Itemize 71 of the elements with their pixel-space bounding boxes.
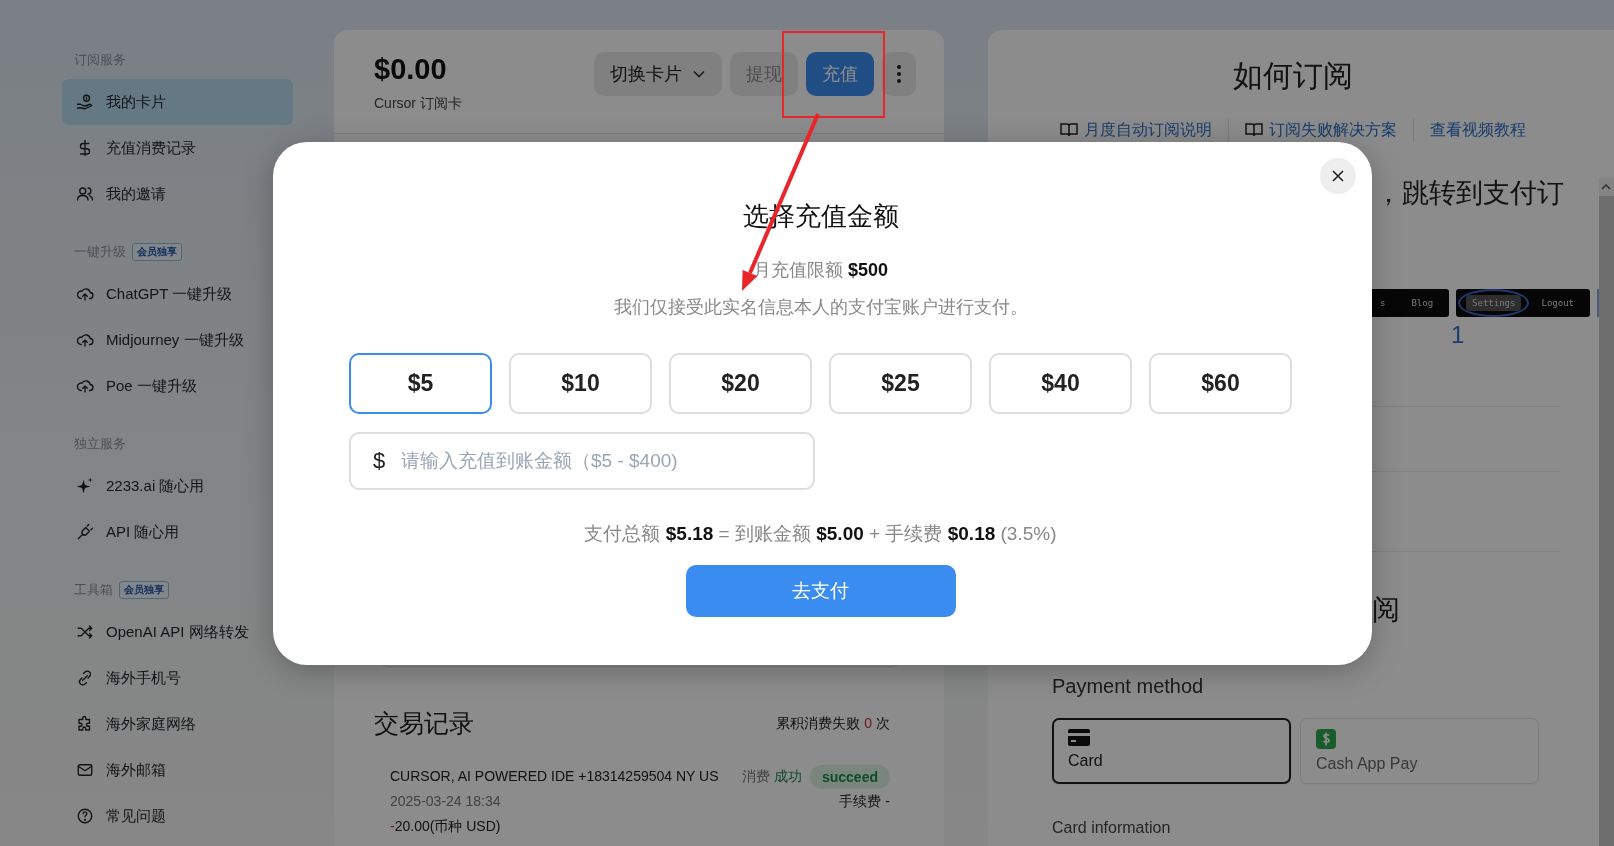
panel-title: 如何订阅 (1232, 58, 1355, 94)
card-information-label: Card information (1052, 819, 1172, 837)
link-icon (76, 669, 94, 687)
sidebar-item[interactable]: Midjourney 一键升级 (62, 317, 293, 363)
member-badge: 会员独享 (119, 581, 169, 599)
close-icon (1331, 169, 1345, 183)
sidebar-item[interactable]: OpenAI API 网络转发 (62, 609, 293, 655)
card-balance: $0.00 (374, 52, 448, 86)
sidebar-item[interactable]: 常见问题 (62, 793, 293, 839)
amount-option[interactable]: $25 (829, 353, 972, 414)
currency-symbol: $ (373, 448, 386, 474)
payment-option[interactable]: Card (1052, 718, 1291, 784)
failed-count-text: 累积消费失败 0 次 (776, 714, 890, 733)
scrollbar[interactable] (1599, 178, 1614, 846)
sidebar-item[interactable]: Poe 一键升级 (62, 363, 293, 409)
help-link[interactable]: 订阅失败解决方案 (1229, 119, 1414, 141)
amount-option[interactable]: $10 (509, 353, 652, 414)
step-text: ，跳转到支付订 (1375, 177, 1565, 210)
section-title: 阅 (1372, 593, 1401, 627)
sidebar-item[interactable]: API 随心用 (62, 509, 293, 555)
payment-method-label: Payment method (1052, 674, 1205, 699)
sidebar-item[interactable]: 海外手机号 (62, 655, 293, 701)
transaction-status: 消费 成功 (742, 767, 802, 786)
amount-option[interactable]: $40 (989, 353, 1132, 414)
limit-text: 月充值限额 $500 (751, 259, 890, 282)
pay-button[interactable]: 去支付 (685, 565, 956, 617)
payment-summary: 支付总额 $5.18 = 到账金额 $5.00 + 手续费 $0.18 (3.5%) (583, 522, 1058, 546)
close-button[interactable] (1320, 158, 1356, 194)
help-link[interactable]: 月度自动订阅说明 (1044, 119, 1229, 141)
help-link[interactable]: 查看视频教程 (1414, 119, 1543, 141)
status-tag: succeed (809, 764, 890, 789)
sidebar-item[interactable]: 我的邀请 (62, 171, 293, 217)
cloud-upload-icon (76, 285, 94, 303)
payment-option[interactable]: Cash App Pay (1300, 718, 1539, 784)
notice-text: 我们仅接受此实名信息本人的支付宝账户进行支付。 (612, 296, 1029, 319)
sidebar-item[interactable]: 海外家庭网络 (62, 701, 293, 747)
member-badge: 会员独享 (132, 243, 182, 261)
step-marker: 1 (1451, 321, 1466, 349)
users-icon (76, 185, 94, 203)
sidebar-item[interactable]: 充值消费记录 (62, 125, 293, 171)
coin-hand-icon (76, 93, 94, 111)
book-icon (1245, 122, 1264, 138)
sidebar-item[interactable]: ChatGPT 一键升级 (62, 271, 293, 317)
book-icon (1060, 122, 1079, 138)
more-button[interactable] (882, 52, 916, 96)
mail-icon (76, 761, 94, 779)
cloud-upload-icon (76, 377, 94, 395)
card-name: Cursor 订阅卡 (374, 95, 462, 113)
sidebar-item[interactable]: 我的卡片 (62, 79, 293, 125)
more-icon (897, 65, 901, 83)
sparkle-icon (76, 477, 94, 495)
highlight-ellipse (1458, 289, 1530, 317)
amount-option[interactable]: $5 (349, 353, 492, 414)
help-icon (76, 807, 94, 825)
credit-card-icon (1068, 729, 1090, 746)
switch-card-button[interactable]: 切换卡片 (594, 52, 722, 96)
cash-app-icon (1316, 729, 1336, 749)
plug-icon (76, 523, 94, 541)
transaction-time: 2025-03-24 18:34 (390, 792, 502, 811)
fee-text: 手续费 - (839, 792, 890, 811)
caret-up-icon[interactable] (1601, 184, 1612, 190)
sidebar-item[interactable]: 海外邮箱 (62, 747, 293, 793)
section-title: 交易记录 (374, 708, 474, 739)
shuffle-icon (76, 623, 94, 641)
sidebar-item[interactable]: 2233.ai 随心用 (62, 463, 293, 509)
transaction-amount: -20.00(币种 USD) (390, 817, 502, 836)
amount-option[interactable]: $60 (1149, 353, 1292, 414)
recharge-button[interactable]: 充值 (806, 52, 874, 96)
cloud-upload-icon (76, 331, 94, 349)
merchant-name: CURSOR, AI POWERED IDE +18314259504 NY US (390, 767, 719, 786)
amount-option[interactable]: $20 (669, 353, 812, 414)
